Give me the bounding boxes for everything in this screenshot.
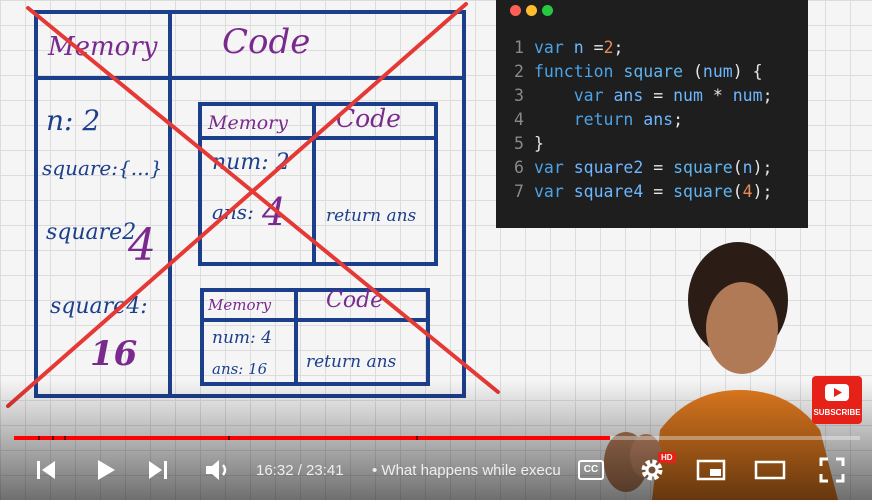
code-token: = [593, 38, 604, 57]
code-token: } [534, 134, 544, 153]
code-line: 4 return ans; [514, 110, 683, 129]
chapter-marker [228, 436, 230, 440]
code-token: = [653, 158, 674, 177]
code-token: num [673, 86, 713, 105]
subscribe-label: SUBSCRIBE [813, 408, 861, 417]
theater-mode-icon[interactable] [754, 458, 786, 482]
controls-gradient [0, 380, 872, 500]
code-token: ; [673, 110, 684, 129]
code-line: 7 var square4 = square(4); [514, 182, 772, 201]
code-token: var [534, 182, 574, 201]
code-token: square [673, 158, 733, 177]
chapter-marker [64, 436, 66, 440]
code-token: 4 [742, 182, 753, 201]
code-editor-panel: 1 var n =2; 2 function square (num) {3 var … [496, 0, 808, 228]
code-token: ; [613, 38, 624, 57]
code-token: var [534, 38, 574, 57]
subscribe-watermark[interactable]: SUBSCRIBE [812, 376, 862, 424]
code-token: var [573, 86, 614, 105]
volume-icon[interactable] [204, 457, 234, 483]
video-frame[interactable]: Memory Code n: 2 square:{...} square2 4 … [0, 0, 872, 500]
code-token: * [712, 86, 733, 105]
cc-label: CC [583, 464, 599, 475]
time-display: 16:32 / 23:41 [256, 462, 344, 479]
code-token: n [573, 38, 594, 57]
chapter-title[interactable]: • What happens while execu [372, 462, 564, 479]
line-number: 5 [514, 134, 524, 153]
fullscreen-icon[interactable] [818, 456, 846, 484]
chapter-marker [416, 436, 418, 440]
line-number: 2 [514, 62, 524, 81]
line-number: 7 [514, 182, 524, 201]
code-token: ); [752, 182, 773, 201]
code-token: ans [643, 110, 674, 129]
progress-played [14, 436, 611, 440]
miniplayer-icon[interactable] [696, 458, 726, 482]
code-token: ( [692, 62, 703, 81]
code-token: ( [732, 158, 743, 177]
code-line: 5} [514, 134, 544, 153]
code-line: 3 var ans = num * num; [514, 86, 773, 105]
code-line: 6 var square2 = square(n); [514, 158, 772, 177]
hd-badge: HD [658, 452, 676, 463]
play-icon[interactable] [94, 458, 118, 482]
code-token: square [673, 182, 733, 201]
code-token: n [742, 158, 753, 177]
code-token: num [702, 62, 733, 81]
previous-icon[interactable] [34, 458, 58, 482]
cc-button[interactable]: CC [578, 460, 604, 480]
code-token: return [573, 110, 644, 129]
code-token: square2 [573, 158, 654, 177]
code-line: 2 function square (num) { [514, 62, 763, 81]
code-token: ) { [732, 62, 763, 81]
window-minimize-dot [526, 5, 537, 16]
line-number: 3 [514, 86, 524, 105]
line-number: 4 [514, 110, 524, 129]
chapter-marker [52, 436, 54, 440]
code-token: function [534, 62, 624, 81]
code-line: 1 var n =2; [514, 38, 623, 57]
youtube-logo-icon [825, 384, 849, 401]
code-token: num [732, 86, 763, 105]
window-maximize-dot [542, 5, 553, 16]
code-token: ); [752, 158, 773, 177]
code-token: 2 [603, 38, 614, 57]
code-token: ( [732, 182, 743, 201]
line-number: 6 [514, 158, 524, 177]
code-token: square [623, 62, 693, 81]
code-token: ; [762, 86, 773, 105]
progress-bar[interactable] [14, 436, 860, 440]
window-close-dot [510, 5, 521, 16]
line-number: 1 [514, 38, 524, 57]
next-icon[interactable] [146, 458, 170, 482]
code-token: = [653, 86, 674, 105]
code-token: = [653, 182, 674, 201]
code-token: ans [613, 86, 654, 105]
code-token: square4 [573, 182, 654, 201]
chapter-marker [38, 436, 40, 440]
code-token: var [534, 158, 574, 177]
